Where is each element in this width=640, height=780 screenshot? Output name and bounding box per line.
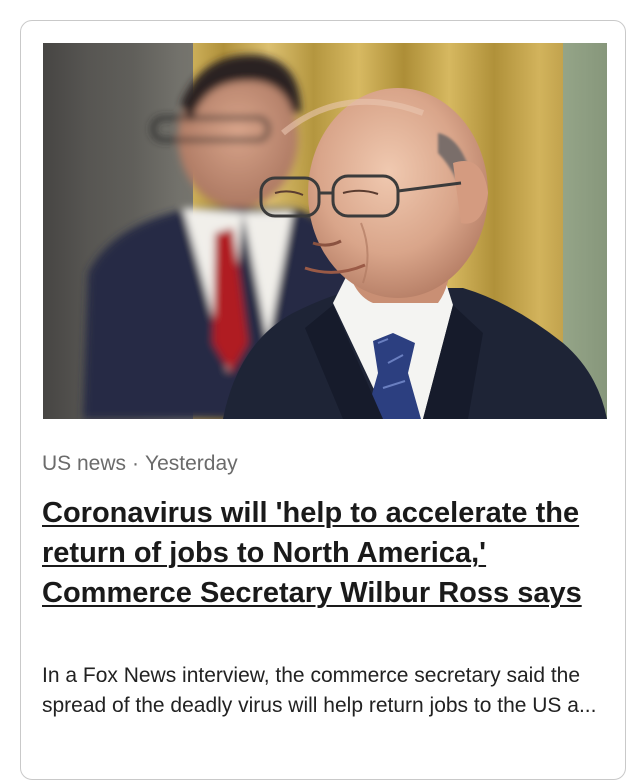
news-card[interactable]: US news · Yesterday Coronavirus will 'help… [20,20,626,780]
meta-separator: · [132,452,140,475]
article-snippet: In a Fox News interview, the commerce se… [42,664,597,717]
article-photo[interactable] [43,43,607,419]
category-label[interactable]: US news [42,452,126,475]
article-headline-link[interactable]: Coronavirus will 'help to accelerate the… [42,493,602,613]
timestamp: Yesterday [145,452,238,475]
article-meta: US news · Yesterday [42,452,238,476]
